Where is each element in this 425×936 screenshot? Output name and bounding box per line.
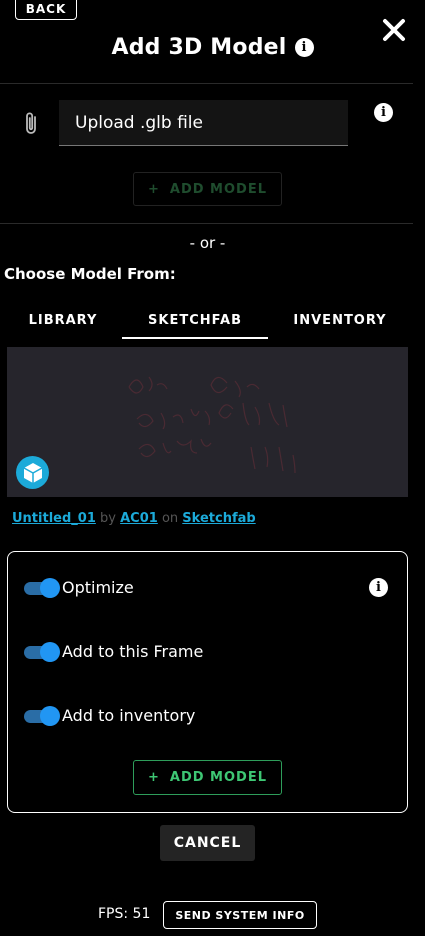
- fps-counter: FPS: 51: [98, 906, 151, 922]
- title-row: Add 3D Model i: [0, 35, 425, 60]
- add-model-button[interactable]: + ADD MODEL: [133, 760, 282, 795]
- add-model-label: ADD MODEL: [169, 181, 268, 197]
- upload-info-icon[interactable]: i: [374, 103, 393, 122]
- upload-glb-input-text: Upload .glb file: [75, 112, 203, 133]
- toggle-knob: [40, 642, 60, 662]
- back-button[interactable]: BACK: [15, 0, 77, 20]
- model-author-link[interactable]: AC01: [120, 511, 158, 526]
- add-to-frame-toggle[interactable]: [24, 642, 60, 662]
- add-to-inventory-toggle[interactable]: [24, 706, 60, 726]
- page-title: Add 3D Model: [111, 35, 287, 60]
- model-credit: Untitled_01 by AC01 on Sketchfab: [12, 511, 256, 526]
- tab-inventory[interactable]: INVENTORY: [286, 300, 394, 340]
- or-separator: - or -: [189, 234, 226, 252]
- credit-by-text: by: [100, 511, 116, 526]
- plus-icon: +: [147, 770, 160, 785]
- active-tab-indicator: [122, 337, 268, 339]
- sketchfab-logo-icon[interactable]: [16, 456, 49, 489]
- close-icon[interactable]: [380, 16, 408, 44]
- divider: [0, 83, 413, 84]
- model-source-link[interactable]: Sketchfab: [182, 511, 255, 526]
- add-to-frame-label: Add to this Frame: [62, 642, 204, 661]
- paperclip-icon[interactable]: [22, 111, 42, 137]
- tab-sketchfab[interactable]: SKETCHFAB: [122, 300, 268, 340]
- optimize-info-icon[interactable]: i: [369, 578, 388, 597]
- model-name-link[interactable]: Untitled_01: [12, 511, 96, 526]
- credit-on-text: on: [161, 511, 179, 526]
- divider: [0, 223, 413, 224]
- model-preview[interactable]: [7, 347, 408, 497]
- add-model-button-disabled[interactable]: + ADD MODEL: [133, 172, 282, 206]
- add-model-label: ADD MODEL: [169, 770, 268, 785]
- send-system-info-button[interactable]: SEND SYSTEM INFO: [163, 901, 317, 929]
- toggle-knob: [40, 706, 60, 726]
- plus-icon: +: [147, 181, 160, 197]
- title-info-icon[interactable]: i: [294, 38, 314, 57]
- toggle-knob: [40, 578, 60, 598]
- cancel-button[interactable]: CANCEL: [160, 825, 255, 861]
- tab-library[interactable]: LIBRARY: [22, 300, 104, 340]
- optimize-label: Optimize: [62, 578, 134, 597]
- optimize-toggle[interactable]: [24, 578, 60, 598]
- choose-model-label: Choose Model From:: [4, 265, 176, 283]
- upload-glb-input[interactable]: Upload .glb file: [59, 100, 348, 146]
- model-thumbnail-scribble: [128, 376, 296, 474]
- add-to-inventory-label: Add to inventory: [62, 706, 196, 725]
